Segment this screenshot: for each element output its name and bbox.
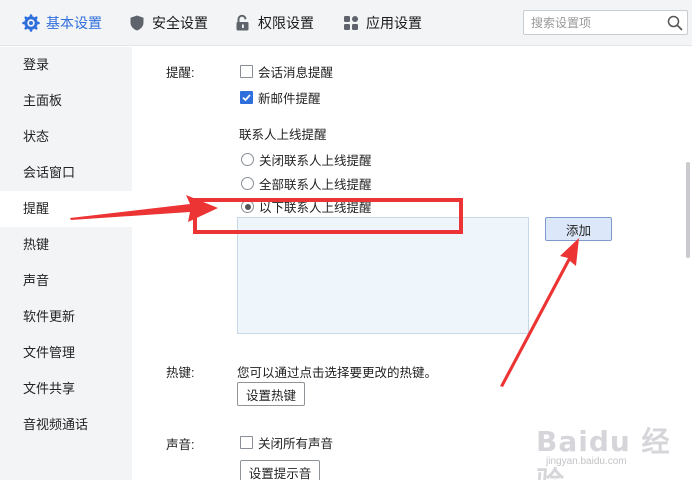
radio-all-contacts-online[interactable]: 全部联系人上线提醒 <box>241 174 372 193</box>
gear-icon <box>22 14 40 32</box>
session-message-reminder-checkbox[interactable]: 会话消息提醒 <box>240 62 333 81</box>
watermark-url: jingyan.baidu.com <box>546 456 627 467</box>
checkbox-unchecked <box>240 436 253 449</box>
sound-section-label: 声音: <box>166 438 195 452</box>
tab-label: 应用设置 <box>366 15 422 31</box>
set-notification-sound-button[interactable]: 设置提示音 <box>240 460 320 480</box>
search-box <box>523 10 688 35</box>
sidebar-item-file-sharing[interactable]: 文件共享 <box>0 371 132 407</box>
tab-security-settings[interactable]: 安全设置 <box>128 0 208 46</box>
contacts-online-heading: 联系人上线提醒 <box>239 128 327 142</box>
settings-sidebar: 登录 主面板 状态 会话窗口 提醒 热键 声音 软件更新 文件管理 文件共享 音… <box>0 47 132 480</box>
sidebar-item-sound[interactable]: 声音 <box>0 263 132 299</box>
new-mail-reminder-checkbox[interactable]: 新邮件提醒 <box>240 88 321 107</box>
tab-basic-settings[interactable]: 基本设置 <box>22 0 102 46</box>
search-input[interactable] <box>524 11 662 34</box>
sidebar-item-main-panel[interactable]: 主面板 <box>0 83 132 119</box>
add-contact-button[interactable]: 添加 <box>545 217 612 241</box>
radio-unselected <box>241 153 254 166</box>
radio-label: 关闭联系人上线提醒 <box>259 154 372 168</box>
reminder-section-label: 提醒: <box>166 66 195 80</box>
radio-disable-contact-online[interactable]: 关闭联系人上线提醒 <box>241 150 372 169</box>
tab-app-settings[interactable]: 应用设置 <box>342 0 422 46</box>
settings-tab-bar: 基本设置 安全设置 权限设置 应用设置 <box>0 0 692 46</box>
tab-permission-settings[interactable]: 权限设置 <box>234 0 314 46</box>
mute-all-sounds-checkbox[interactable]: 关闭所有声音 <box>240 433 333 452</box>
hotkey-section-label: 热键: <box>166 366 195 380</box>
sidebar-item-login[interactable]: 登录 <box>0 47 132 83</box>
radio-label: 全部联系人上线提醒 <box>259 178 372 192</box>
sidebar-item-status[interactable]: 状态 <box>0 119 132 155</box>
sidebar-item-hotkey[interactable]: 热键 <box>0 227 132 263</box>
checkbox-label: 关闭所有声音 <box>258 437 334 451</box>
contacts-list-box[interactable] <box>237 217 529 334</box>
checkbox-label: 会话消息提醒 <box>258 66 334 80</box>
tab-label: 权限设置 <box>258 15 314 31</box>
baidu-watermark: Baidu 经验 jingyan.baidu.com <box>536 420 686 480</box>
hotkey-description: 您可以通过点击选择要更改的热键。 <box>237 366 438 380</box>
sidebar-item-chat-window[interactable]: 会话窗口 <box>0 155 132 191</box>
sidebar-item-file-management[interactable]: 文件管理 <box>0 335 132 371</box>
radio-unselected <box>241 177 254 190</box>
checkbox-unchecked <box>240 65 253 78</box>
tab-label: 安全设置 <box>152 15 208 31</box>
checkbox-label: 新邮件提醒 <box>258 92 321 106</box>
search-icon[interactable] <box>666 14 684 32</box>
watermark-logo: Baidu 经验 <box>536 425 671 480</box>
shield-icon <box>128 14 146 32</box>
sidebar-item-av-call[interactable]: 音视频通话 <box>0 407 132 443</box>
checkmark-icon <box>240 91 253 104</box>
highlight-rectangle <box>193 198 463 234</box>
sidebar-item-reminder[interactable]: 提醒 <box>0 191 132 227</box>
set-hotkey-button[interactable]: 设置热键 <box>237 382 305 406</box>
apps-grid-icon <box>342 14 360 32</box>
sidebar-item-software-update[interactable]: 软件更新 <box>0 299 132 335</box>
scrollbar-thumb[interactable] <box>686 162 690 258</box>
tab-label: 基本设置 <box>46 15 102 31</box>
unlock-icon <box>234 14 252 32</box>
